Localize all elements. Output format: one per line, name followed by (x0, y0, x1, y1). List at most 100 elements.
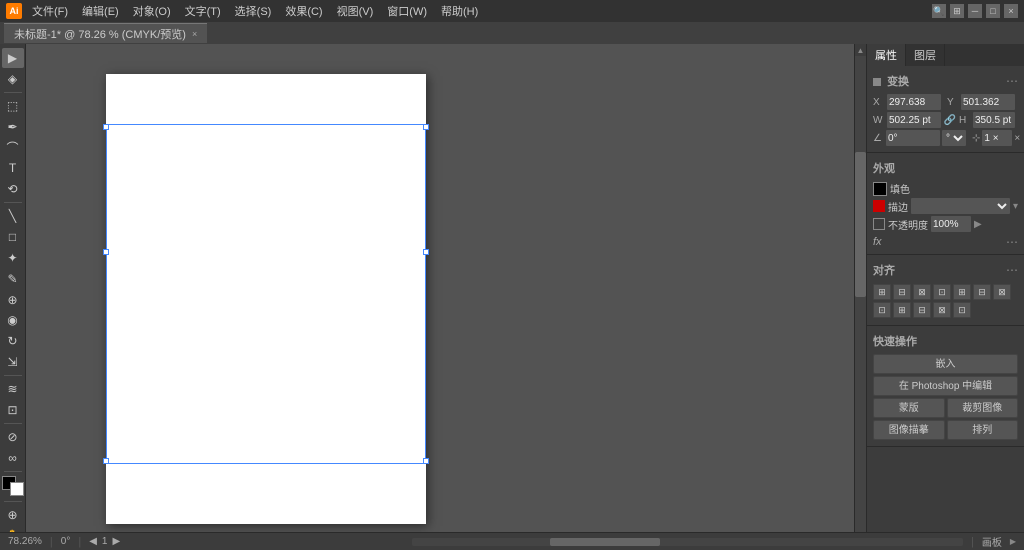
canvas-area[interactable] (26, 44, 854, 550)
tool-curvature[interactable]: ⌒ (2, 137, 24, 157)
arrange-button[interactable]: 排列 (947, 420, 1019, 440)
stroke-checkbox[interactable] (873, 200, 885, 212)
distribute-bottom-button[interactable]: ⊡ (953, 302, 971, 318)
w-input[interactable] (887, 112, 941, 128)
search-button[interactable]: 🔍 (932, 4, 946, 18)
align-center-h-button[interactable]: ⊟ (893, 284, 911, 300)
angle-unit-select[interactable]: ° (942, 130, 966, 146)
handle-mid-left[interactable] (103, 249, 109, 255)
scroll-thumb[interactable] (855, 152, 866, 297)
minimize-button[interactable]: ─ (968, 4, 982, 18)
crop-image-button[interactable]: 裁剪图像 (947, 398, 1019, 418)
next-page-button[interactable]: ▶ (112, 536, 120, 547)
align-top-button[interactable]: ⊡ (933, 284, 951, 300)
tab-layers[interactable]: 图层 (906, 44, 945, 66)
window-controls: 🔍 ⊞ ─ □ × (932, 4, 1018, 18)
scroll-thumb-h[interactable] (550, 538, 660, 546)
align-center-v-button[interactable]: ⊞ (953, 284, 971, 300)
h-input[interactable] (973, 112, 1015, 128)
image-trace-button[interactable]: 图像描摹 (873, 420, 945, 440)
tool-touch-type[interactable]: ⟲ (2, 179, 24, 199)
tool-shaper[interactable]: ⊕ (2, 290, 24, 310)
distribute-left-button[interactable]: ⊠ (993, 284, 1011, 300)
distribute-right-button[interactable]: ⊞ (893, 302, 911, 318)
align-bottom-button[interactable]: ⊟ (973, 284, 991, 300)
menu-text[interactable]: 文字(T) (179, 1, 227, 21)
fx-more-button[interactable]: ⋯ (1006, 236, 1018, 248)
separator-5 (4, 471, 22, 472)
tool-line[interactable]: ╲ (2, 206, 24, 226)
transform-more-button[interactable]: ⋯ (1006, 75, 1018, 87)
close-button[interactable]: × (1004, 4, 1018, 18)
tool-eyedropper[interactable]: ⊘ (2, 427, 24, 447)
handle-top-left[interactable] (103, 124, 109, 130)
tool-blend[interactable]: ∞ (2, 448, 24, 468)
fill-swatch[interactable] (873, 182, 887, 196)
mask-button[interactable]: 蒙版 (873, 398, 945, 418)
tool-zoom[interactable]: ⊕ (2, 505, 24, 525)
status-text: 画板 (982, 534, 1002, 549)
separator-2 (4, 202, 22, 203)
edit-ps-button[interactable]: 在 Photoshop 中编辑 (873, 376, 1018, 396)
tab-close-button[interactable]: × (192, 29, 197, 39)
canvas-scrollbar-vertical[interactable]: ▲ ▼ (854, 44, 866, 550)
tab-label: 未标题-1* @ 78.26 % (CMYK/预览) (14, 26, 186, 42)
opacity-checkbox[interactable] (873, 218, 885, 230)
handle-mid-right[interactable] (423, 249, 429, 255)
maximize-button[interactable]: □ (986, 4, 1000, 18)
align-right-button[interactable]: ⊠ (913, 284, 931, 300)
opacity-label: 不透明度 (888, 217, 928, 232)
tool-pen[interactable]: ✒ (2, 117, 24, 137)
tool-scale[interactable]: ⇲ (2, 352, 24, 372)
y-input[interactable] (961, 94, 1015, 110)
selection-border (106, 124, 426, 464)
menu-effect[interactable]: 效果(C) (279, 1, 328, 21)
tab-properties[interactable]: 属性 (867, 44, 906, 66)
menu-view[interactable]: 视图(V) (331, 1, 380, 21)
handle-top-right[interactable] (423, 124, 429, 130)
menu-help[interactable]: 帮助(H) (435, 1, 484, 21)
document-tab[interactable]: 未标题-1* @ 78.26 % (CMYK/预览) × (4, 23, 207, 43)
panel-tabs: 属性 图层 (867, 44, 1024, 66)
prev-page-button[interactable]: ◀ (89, 536, 97, 547)
tool-rect[interactable]: □ (2, 227, 24, 247)
align-more-button[interactable]: ⋯ (1006, 264, 1018, 276)
tool-rotate[interactable]: ↻ (2, 331, 24, 351)
menu-window[interactable]: 窗口(W) (381, 1, 433, 21)
tool-free-transform[interactable]: ⊡ (2, 400, 24, 420)
menu-edit[interactable]: 编辑(E) (76, 1, 125, 21)
main-layout: ▶ ◈ ⬚ ✒ ⌒ T ⟲ ╲ □ ✦ ✎ ⊕ ◉ ↻ ⇲ ≋ ⊡ ⊘ ∞ ⊕ … (0, 44, 1024, 550)
menu-file[interactable]: 文件(F) (26, 1, 74, 21)
tool-color-box[interactable] (2, 476, 24, 496)
handle-bottom-left[interactable] (103, 458, 109, 464)
scroll-up-button[interactable]: ▲ (855, 44, 866, 56)
tool-paintbrush[interactable]: ✦ (2, 248, 24, 268)
lock-proportions-button[interactable]: 🔗 (943, 113, 957, 127)
handle-bottom-right[interactable] (423, 458, 429, 464)
distribute-top-button[interactable]: ⊟ (913, 302, 931, 318)
tool-warp[interactable]: ≋ (2, 379, 24, 399)
tool-select[interactable]: ▶ (2, 48, 24, 68)
x-input[interactable] (887, 94, 941, 110)
scroll-bar-horizontal[interactable] (412, 538, 963, 546)
distribute-center-v-button[interactable]: ⊠ (933, 302, 951, 318)
transform-angle-row: ∠ ° ⊹ × (873, 130, 1018, 146)
arrange-button[interactable]: ⊞ (950, 4, 964, 18)
stroke-select[interactable] (911, 198, 1010, 214)
tool-direct-select[interactable]: ◈ (2, 69, 24, 89)
shear-input[interactable] (982, 130, 1012, 146)
tool-artboard[interactable]: ⬚ (2, 96, 24, 116)
fill-label: 填色 (890, 181, 910, 196)
scroll-track[interactable] (855, 56, 866, 538)
opacity-input[interactable] (931, 216, 971, 232)
menu-select[interactable]: 选择(S) (229, 1, 278, 21)
distribute-center-h-button[interactable]: ⊡ (873, 302, 891, 318)
angle-input[interactable] (886, 130, 940, 146)
tool-eraser[interactable]: ◉ (2, 311, 24, 331)
embed-button[interactable]: 嵌入 (873, 354, 1018, 374)
tool-pencil[interactable]: ✎ (2, 269, 24, 289)
tool-type[interactable]: T (2, 158, 24, 178)
menu-object[interactable]: 对象(O) (127, 1, 177, 21)
status-arrow[interactable]: ▶ (1010, 537, 1016, 546)
align-left-button[interactable]: ⊞ (873, 284, 891, 300)
